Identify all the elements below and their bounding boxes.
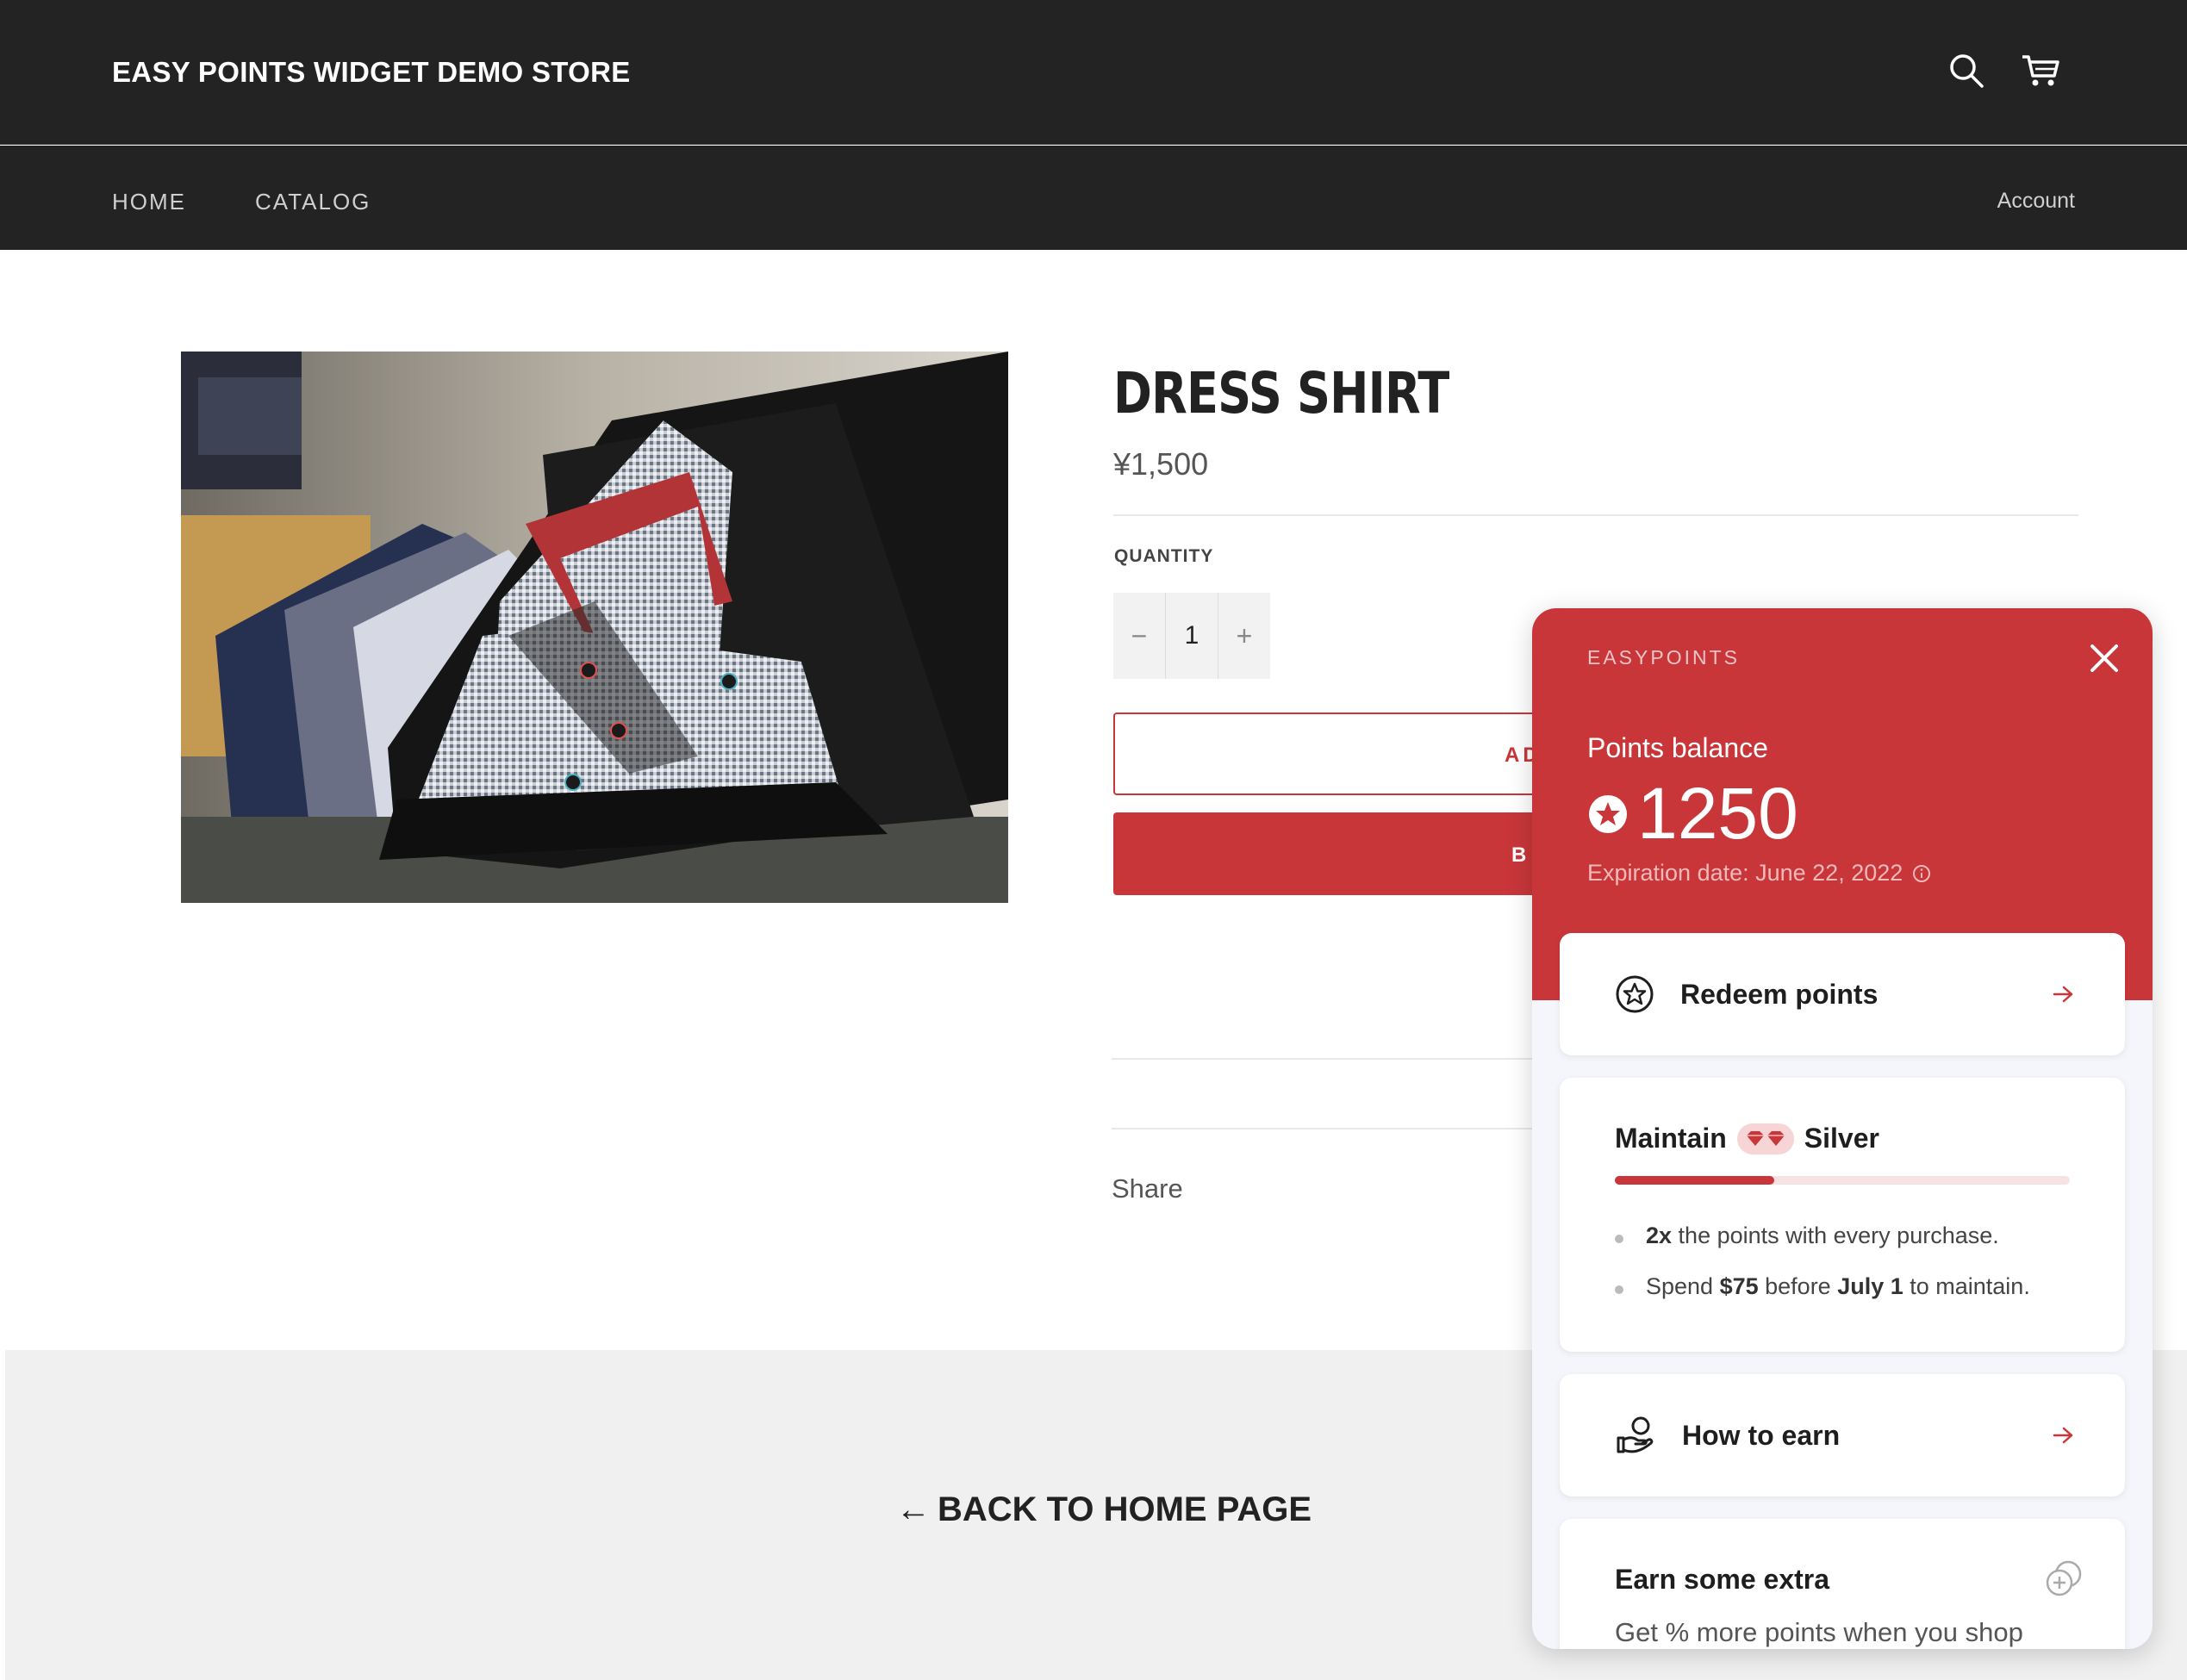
nav-account[interactable]: Account xyxy=(1997,189,2075,214)
expiration-date: Expiration date: June 22, 2022 xyxy=(1587,860,1932,887)
quantity-label: QUANTITY xyxy=(1114,546,1214,566)
arrow-left-icon: ← xyxy=(896,1490,931,1528)
how-to-earn-card[interactable]: How to earn xyxy=(1560,1374,2125,1496)
earn-extra-title: Earn some extra xyxy=(1615,1564,1830,1595)
coins-plus-icon xyxy=(2046,1560,2082,1596)
tier-perks: 2x the points with every purchase. Spend… xyxy=(1615,1223,2030,1324)
buy-now-label: B xyxy=(1511,843,1530,867)
points-star-icon xyxy=(1589,794,1627,833)
easypoints-widget: EASYPOINTS Points balance 1250 Expiratio… xyxy=(1532,608,2153,1649)
hand-coin-icon xyxy=(1617,1416,1654,1453)
earn-extra-subtitle: Get % more points when you shop xyxy=(1615,1617,2023,1647)
gem-icon xyxy=(1736,1123,1794,1154)
quantity-plus-button[interactable]: + xyxy=(1218,593,1270,679)
cart-icon[interactable] xyxy=(2020,50,2061,91)
arrow-right-icon xyxy=(2053,986,2073,1003)
nav-catalog[interactable]: CATALOG xyxy=(255,189,371,215)
close-icon[interactable] xyxy=(2085,639,2123,677)
widget-brand: EASYPOINTS xyxy=(1587,646,1740,669)
arrow-right-icon xyxy=(2053,1427,2073,1444)
site-header: EASY POINTS WIDGET DEMO STORE xyxy=(0,0,2187,145)
points-balance: 1250 xyxy=(1587,772,1798,856)
star-badge-icon xyxy=(1616,975,1654,1013)
product-title: DRESS SHIRT xyxy=(1113,360,1449,426)
redeem-points-label: Redeem points xyxy=(1680,978,1879,1010)
back-to-home-link[interactable]: ← BACK TO HOME PAGE xyxy=(896,1490,1312,1529)
points-balance-label: Points balance xyxy=(1587,732,1768,763)
divider xyxy=(1113,514,2078,516)
quantity-minus-button[interactable]: − xyxy=(1113,593,1165,679)
quantity-input[interactable]: 1 xyxy=(1165,593,1218,679)
earn-extra-card[interactable]: Earn some extra Get % more points when y… xyxy=(1560,1519,2125,1649)
search-icon[interactable] xyxy=(1946,50,1987,91)
points-balance-value: 1250 xyxy=(1637,773,1798,854)
tier-card: Maintain Silver 2x the points with every… xyxy=(1560,1078,2125,1352)
tier-name: Silver xyxy=(1804,1123,1879,1154)
product-image xyxy=(181,352,1008,903)
back-to-home-label: BACK TO HOME PAGE xyxy=(938,1490,1312,1528)
perk-item: 2x the points with every purchase. xyxy=(1615,1223,2030,1249)
how-to-earn-label: How to earn xyxy=(1682,1419,1841,1451)
share-label[interactable]: Share xyxy=(1112,1173,1183,1204)
tier-progress-bar xyxy=(1615,1176,2070,1185)
expiration-text: Expiration date: June 22, 2022 xyxy=(1587,860,1904,886)
quantity-stepper: − 1 + xyxy=(1113,593,1270,679)
product-price: ¥1,500 xyxy=(1113,446,1209,482)
redeem-points-card[interactable]: Redeem points xyxy=(1560,933,2125,1055)
main-nav: HOME CATALOG Account xyxy=(0,146,2187,250)
nav-home[interactable]: HOME xyxy=(112,189,186,215)
perk-item: Spend $75 before July 1 to maintain. xyxy=(1615,1273,2030,1300)
tier-progress-fill xyxy=(1615,1176,1774,1185)
tier-heading: Maintain Silver xyxy=(1615,1123,1879,1154)
info-icon[interactable] xyxy=(1911,863,1932,884)
store-title[interactable]: EASY POINTS WIDGET DEMO STORE xyxy=(112,56,631,89)
tier-prefix: Maintain xyxy=(1615,1123,1727,1154)
